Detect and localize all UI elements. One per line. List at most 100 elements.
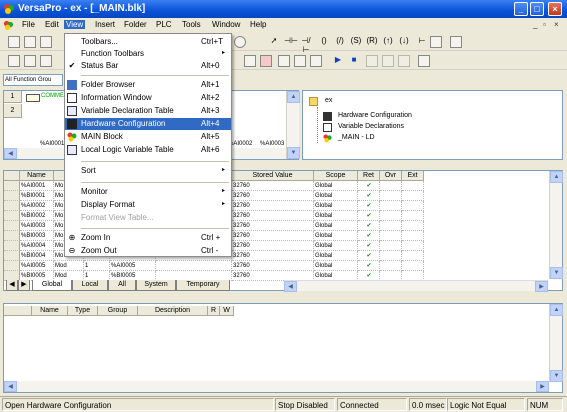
minimize-button[interactable]: _ (514, 2, 528, 16)
menu-item-function-toolbars[interactable]: Function Toolbars ▸ (65, 48, 231, 60)
col-stored-value[interactable]: Stored Value (232, 171, 314, 181)
table-cell[interactable] (402, 211, 424, 221)
menu-item-hardware-configuration[interactable]: Hardware Configuration Alt+4 (65, 118, 231, 130)
table-cell[interactable]: 1 (84, 261, 110, 271)
table-cell[interactable] (156, 261, 232, 271)
close-button[interactable]: × (548, 2, 562, 16)
menu-insert[interactable]: Insert (93, 20, 117, 29)
row-header[interactable] (4, 221, 20, 231)
table-cell[interactable] (380, 221, 402, 231)
scroll-up-icon[interactable]: ▲ (550, 171, 563, 183)
col-name[interactable]: Name (20, 171, 54, 181)
row-header[interactable] (4, 201, 20, 211)
col-group[interactable]: Group (98, 306, 138, 316)
stop-plc-icon[interactable]: ■ (348, 55, 360, 64)
menu-item-local-logic-variable-table[interactable]: Local Logic Variable Table Alt+6 (65, 144, 231, 156)
scroll-left-icon[interactable]: ◀ (4, 148, 17, 159)
monitor-icon[interactable] (366, 55, 378, 67)
table-cell[interactable]: %BI0003 (20, 231, 54, 241)
table-icon[interactable] (40, 55, 52, 67)
table-cell[interactable]: ✔ (358, 201, 380, 211)
menu-view[interactable]: View (64, 20, 86, 29)
run-icon[interactable]: ▶ (332, 55, 344, 64)
download-icon[interactable] (278, 55, 290, 67)
lower-hscroll[interactable]: ◀ ▶ (4, 381, 549, 392)
mdi-close-button[interactable]: × (554, 20, 559, 29)
mdi-minimize-button[interactable]: _ (533, 20, 537, 29)
save-icon[interactable] (40, 36, 52, 48)
table-cell[interactable]: Mod (54, 261, 84, 271)
menu-folder[interactable]: Folder (122, 20, 149, 29)
scroll-down-icon[interactable]: ▼ (287, 147, 300, 159)
row-header[interactable] (4, 231, 20, 241)
col-name[interactable]: Name (32, 306, 68, 316)
col-w[interactable]: W (220, 306, 234, 316)
row-header[interactable] (4, 181, 20, 191)
table-cell[interactable] (402, 201, 424, 211)
table-cell[interactable] (402, 231, 424, 241)
table-cell[interactable]: 32760 (232, 231, 314, 241)
row-header[interactable] (4, 191, 20, 201)
table-cell[interactable] (402, 241, 424, 251)
table-cell[interactable]: ✔ (358, 231, 380, 241)
menu-item-information-window[interactable]: Information Window Alt+2 (65, 92, 231, 104)
tab-scroll-right-icon[interactable]: ▶ (18, 280, 30, 291)
upload-icon[interactable] (294, 55, 306, 67)
monitor2-icon[interactable] (382, 55, 394, 67)
table-cell[interactable]: Global (314, 191, 358, 201)
monitor3-icon[interactable] (398, 55, 410, 67)
menu-item-variable-declaration-table[interactable]: Variable Declaration Table Alt+3 (65, 105, 231, 117)
calendar-icon[interactable] (418, 55, 430, 67)
menu-window[interactable]: Window (210, 20, 242, 29)
no-entry-icon[interactable] (260, 55, 272, 67)
table-cell[interactable] (380, 251, 402, 261)
menu-item-toolbars[interactable]: Toolbars... Ctrl+T (65, 36, 231, 48)
table-cell[interactable]: Global (314, 221, 358, 231)
scroll-left-icon[interactable]: ◀ (284, 281, 297, 292)
col-r[interactable]: R (208, 306, 220, 316)
table-cell[interactable]: ✔ (358, 261, 380, 271)
scroll-down-icon[interactable]: ▼ (550, 370, 563, 382)
col-ret[interactable]: Ret (358, 171, 380, 181)
coil-pos-icon[interactable]: (↑) (382, 36, 394, 45)
check-icon[interactable] (244, 55, 256, 67)
menu-item-format-view-table[interactable]: Format View Table... (65, 212, 231, 224)
table-cell[interactable]: ✔ (358, 221, 380, 231)
col-type[interactable]: Type (68, 306, 98, 316)
function-block-icon[interactable] (430, 36, 442, 48)
doc-icon[interactable] (3, 20, 14, 31)
tab-temporary[interactable]: Temporary (176, 280, 230, 291)
table-cell[interactable]: ✔ (358, 251, 380, 261)
scroll-up-icon[interactable]: ▲ (550, 304, 563, 316)
table-cell[interactable]: 32760 (232, 221, 314, 231)
menu-plc[interactable]: PLC (154, 20, 174, 29)
col-ovr[interactable]: Ovr (380, 171, 402, 181)
coil-reset-icon[interactable]: (R) (366, 36, 378, 45)
tab-scroll-left-icon[interactable]: ◀ (6, 280, 18, 291)
table-vscroll[interactable]: ▲ ▼ (549, 171, 563, 279)
folder-item-variables[interactable]: Variable Declarations (338, 123, 404, 130)
coil-neg-icon[interactable]: (/) (334, 36, 346, 45)
table-cell[interactable] (380, 211, 402, 221)
table-cell[interactable]: Global (314, 211, 358, 221)
scroll-left-icon[interactable]: ◀ (4, 381, 17, 392)
table-cell[interactable] (380, 231, 402, 241)
pointer-icon[interactable]: ➚ (268, 36, 280, 45)
menu-item-main-block[interactable]: MAIN Block Alt+5 (65, 131, 231, 143)
table-cell[interactable] (402, 181, 424, 191)
menu-edit[interactable]: Edit (43, 20, 61, 29)
coil-set-icon[interactable]: (S) (350, 36, 362, 45)
table-cell[interactable] (402, 191, 424, 201)
maximize-button[interactable]: □ (530, 2, 544, 16)
table-cell[interactable]: %BI0004 (20, 251, 54, 261)
menu-item-sort[interactable]: Sort ▸ (65, 165, 231, 177)
menu-item-zoom-out[interactable]: ⊖ Zoom Out Ctrl - (65, 245, 231, 257)
ladder-operand[interactable]: %AI0003 (260, 141, 284, 147)
ladder-vscroll[interactable]: ▲ ▼ (286, 91, 300, 159)
table-cell[interactable]: %BI0002 (20, 211, 54, 221)
tab-all[interactable]: All (108, 280, 136, 291)
col-description[interactable]: Description (138, 306, 208, 316)
table-cell[interactable]: 32760 (232, 211, 314, 221)
tab-local[interactable]: Local (72, 280, 108, 291)
menu-item-zoom-in[interactable]: ⊕ Zoom In Ctrl + (65, 232, 231, 244)
